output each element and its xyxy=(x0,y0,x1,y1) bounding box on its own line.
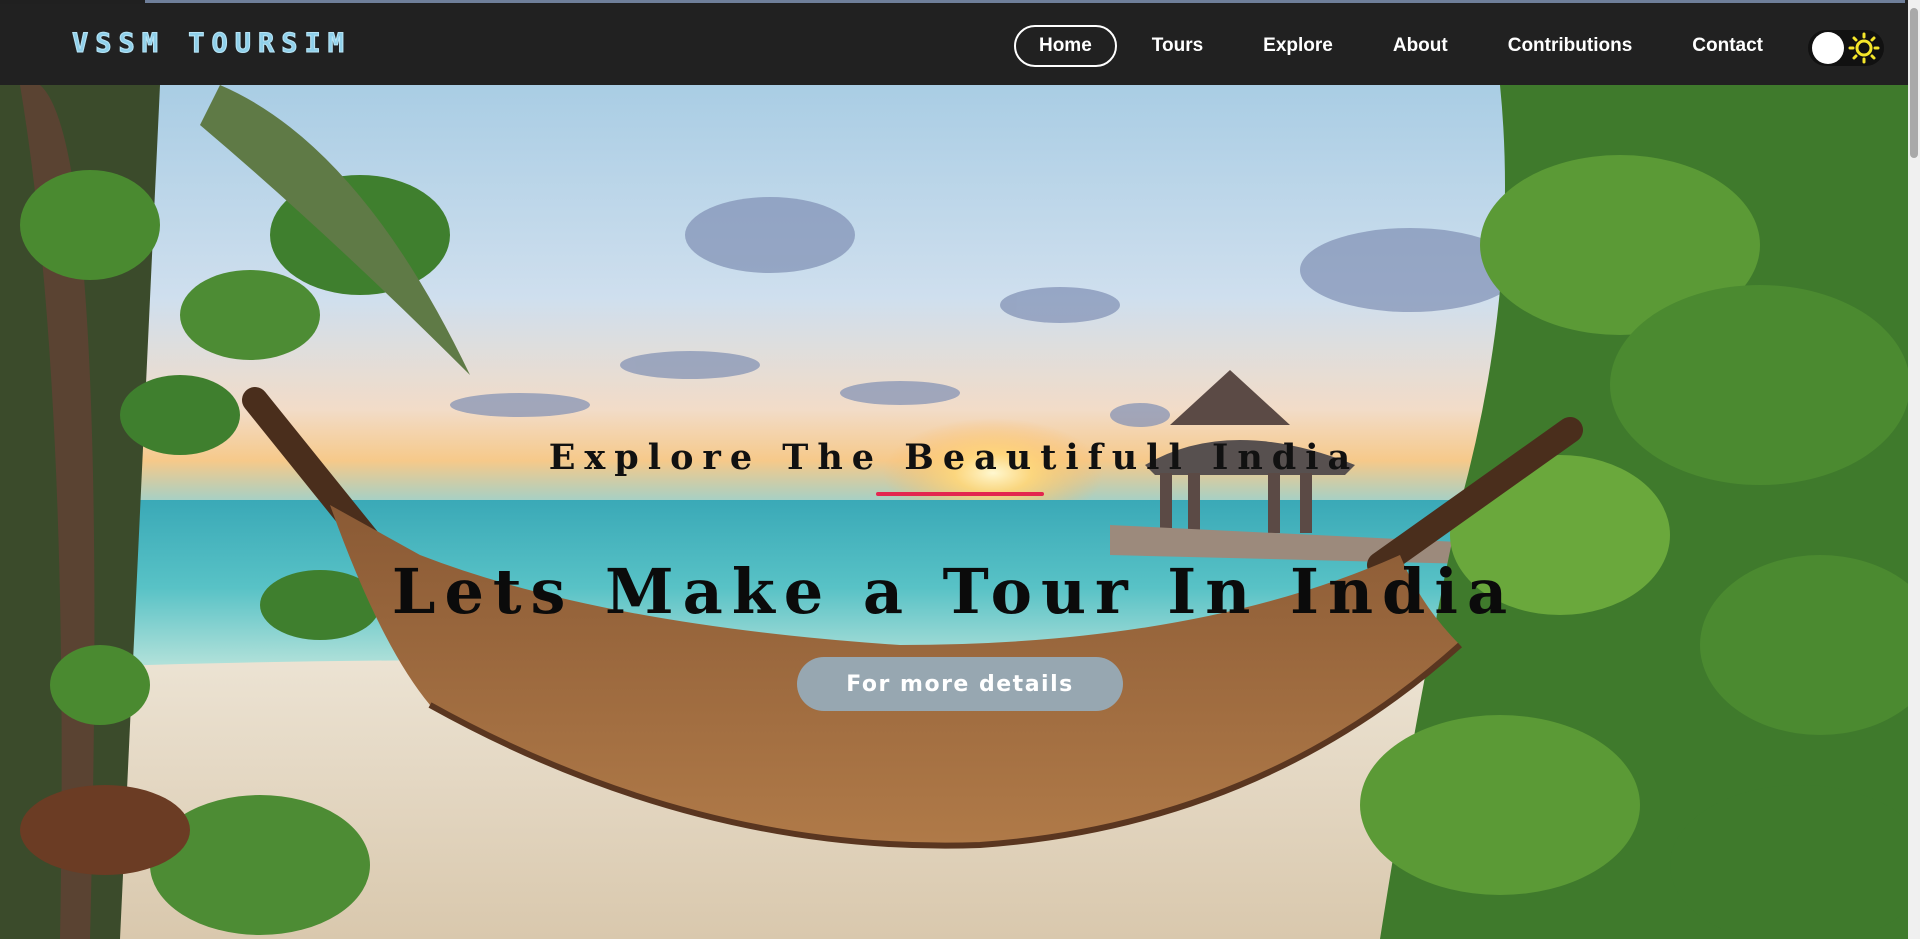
hero-subtitle-underline xyxy=(876,492,1044,496)
hero-section: Explore The Beautifull India Lets Make a… xyxy=(0,85,1908,939)
toggle-knob[interactable] xyxy=(1812,32,1844,64)
more-details-button[interactable]: For more details xyxy=(797,657,1123,711)
navbar: VSSM TOURSIM Home Tours Explore About Co… xyxy=(0,4,1908,85)
scrollbar-thumb[interactable] xyxy=(1910,8,1918,158)
hero-background-image xyxy=(0,85,1908,939)
sun-icon xyxy=(1848,32,1880,64)
main-nav: Home Tours Explore About Contributions C… xyxy=(1004,25,1788,67)
nav-item-contact[interactable]: Contact xyxy=(1667,25,1788,67)
nav-item-contributions[interactable]: Contributions xyxy=(1483,25,1658,67)
page: VSSM TOURSIM Home Tours Explore About Co… xyxy=(0,0,1920,939)
hero-title: Lets Make a Tour In India xyxy=(391,555,1517,628)
top-accent-bar xyxy=(145,0,1905,3)
brand-logo[interactable]: VSSM TOURSIM xyxy=(71,28,351,60)
nav-item-tours[interactable]: Tours xyxy=(1127,25,1228,67)
page-scrollbar[interactable] xyxy=(1908,0,1920,939)
nav-item-home[interactable]: Home xyxy=(1013,25,1117,67)
nav-item-explore[interactable]: Explore xyxy=(1238,25,1358,67)
hero-subtitle: Explore The Beautifull India xyxy=(548,437,1360,478)
nav-item-about[interactable]: About xyxy=(1368,25,1473,67)
theme-toggle[interactable] xyxy=(1808,30,1884,66)
